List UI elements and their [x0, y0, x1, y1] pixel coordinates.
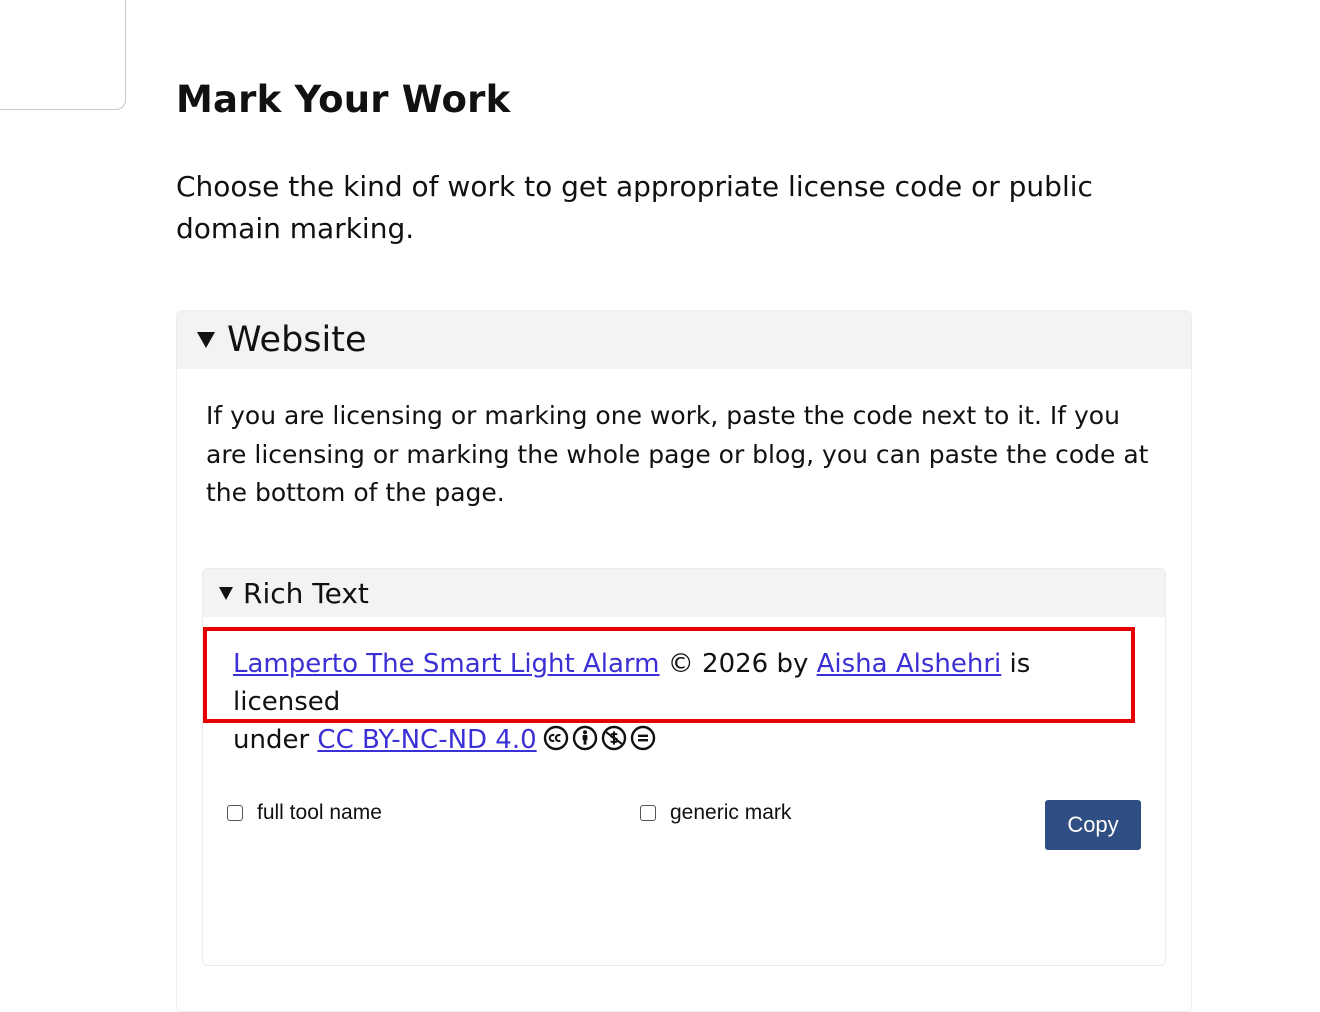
nc-icon	[601, 725, 626, 751]
by-icon	[572, 725, 597, 751]
copyright-text: © 2026 by	[667, 649, 809, 679]
nd-icon	[630, 725, 655, 751]
generic-mark-checkbox[interactable]	[640, 805, 656, 821]
website-summary-toggle[interactable]: Website	[177, 311, 1191, 369]
copy-button[interactable]: Copy	[1045, 800, 1141, 850]
license-icons	[543, 725, 656, 751]
generic-mark-option[interactable]: generic mark	[640, 801, 791, 825]
rich-text-summary-label: Rich Text	[243, 576, 369, 610]
cc-icon	[543, 725, 568, 751]
work-title-link[interactable]: Lamperto The Smart Light Alarm	[233, 649, 660, 679]
author-link[interactable]: Aisha Alshehri	[817, 649, 1002, 679]
triangle-down-icon	[197, 332, 215, 348]
page-title: Mark Your Work	[176, 78, 511, 121]
generic-mark-label: generic mark	[670, 801, 792, 824]
rich-text-summary-toggle[interactable]: Rich Text	[203, 569, 1165, 617]
rich-text-section: Rich Text Lamperto The Smart Light Alarm…	[202, 568, 1166, 966]
under-text: under	[233, 725, 310, 755]
full-tool-name-checkbox[interactable]	[227, 805, 243, 821]
attribution-code-box: Lamperto The Smart Light Alarm © 2026 by…	[203, 627, 1135, 755]
intro-text: Choose the kind of work to get appropria…	[176, 170, 1093, 245]
license-link[interactable]: CC BY-NC-ND 4.0	[317, 725, 536, 755]
triangle-down-icon	[219, 586, 233, 600]
partial-card	[0, 0, 126, 110]
website-summary-label: Website	[227, 320, 367, 360]
website-description: If you are licensing or marking one work…	[206, 401, 1149, 507]
website-section: Website If you are licensing or marking …	[176, 310, 1192, 1012]
full-tool-name-label: full tool name	[257, 801, 382, 824]
full-tool-name-option[interactable]: full tool name	[227, 801, 382, 825]
